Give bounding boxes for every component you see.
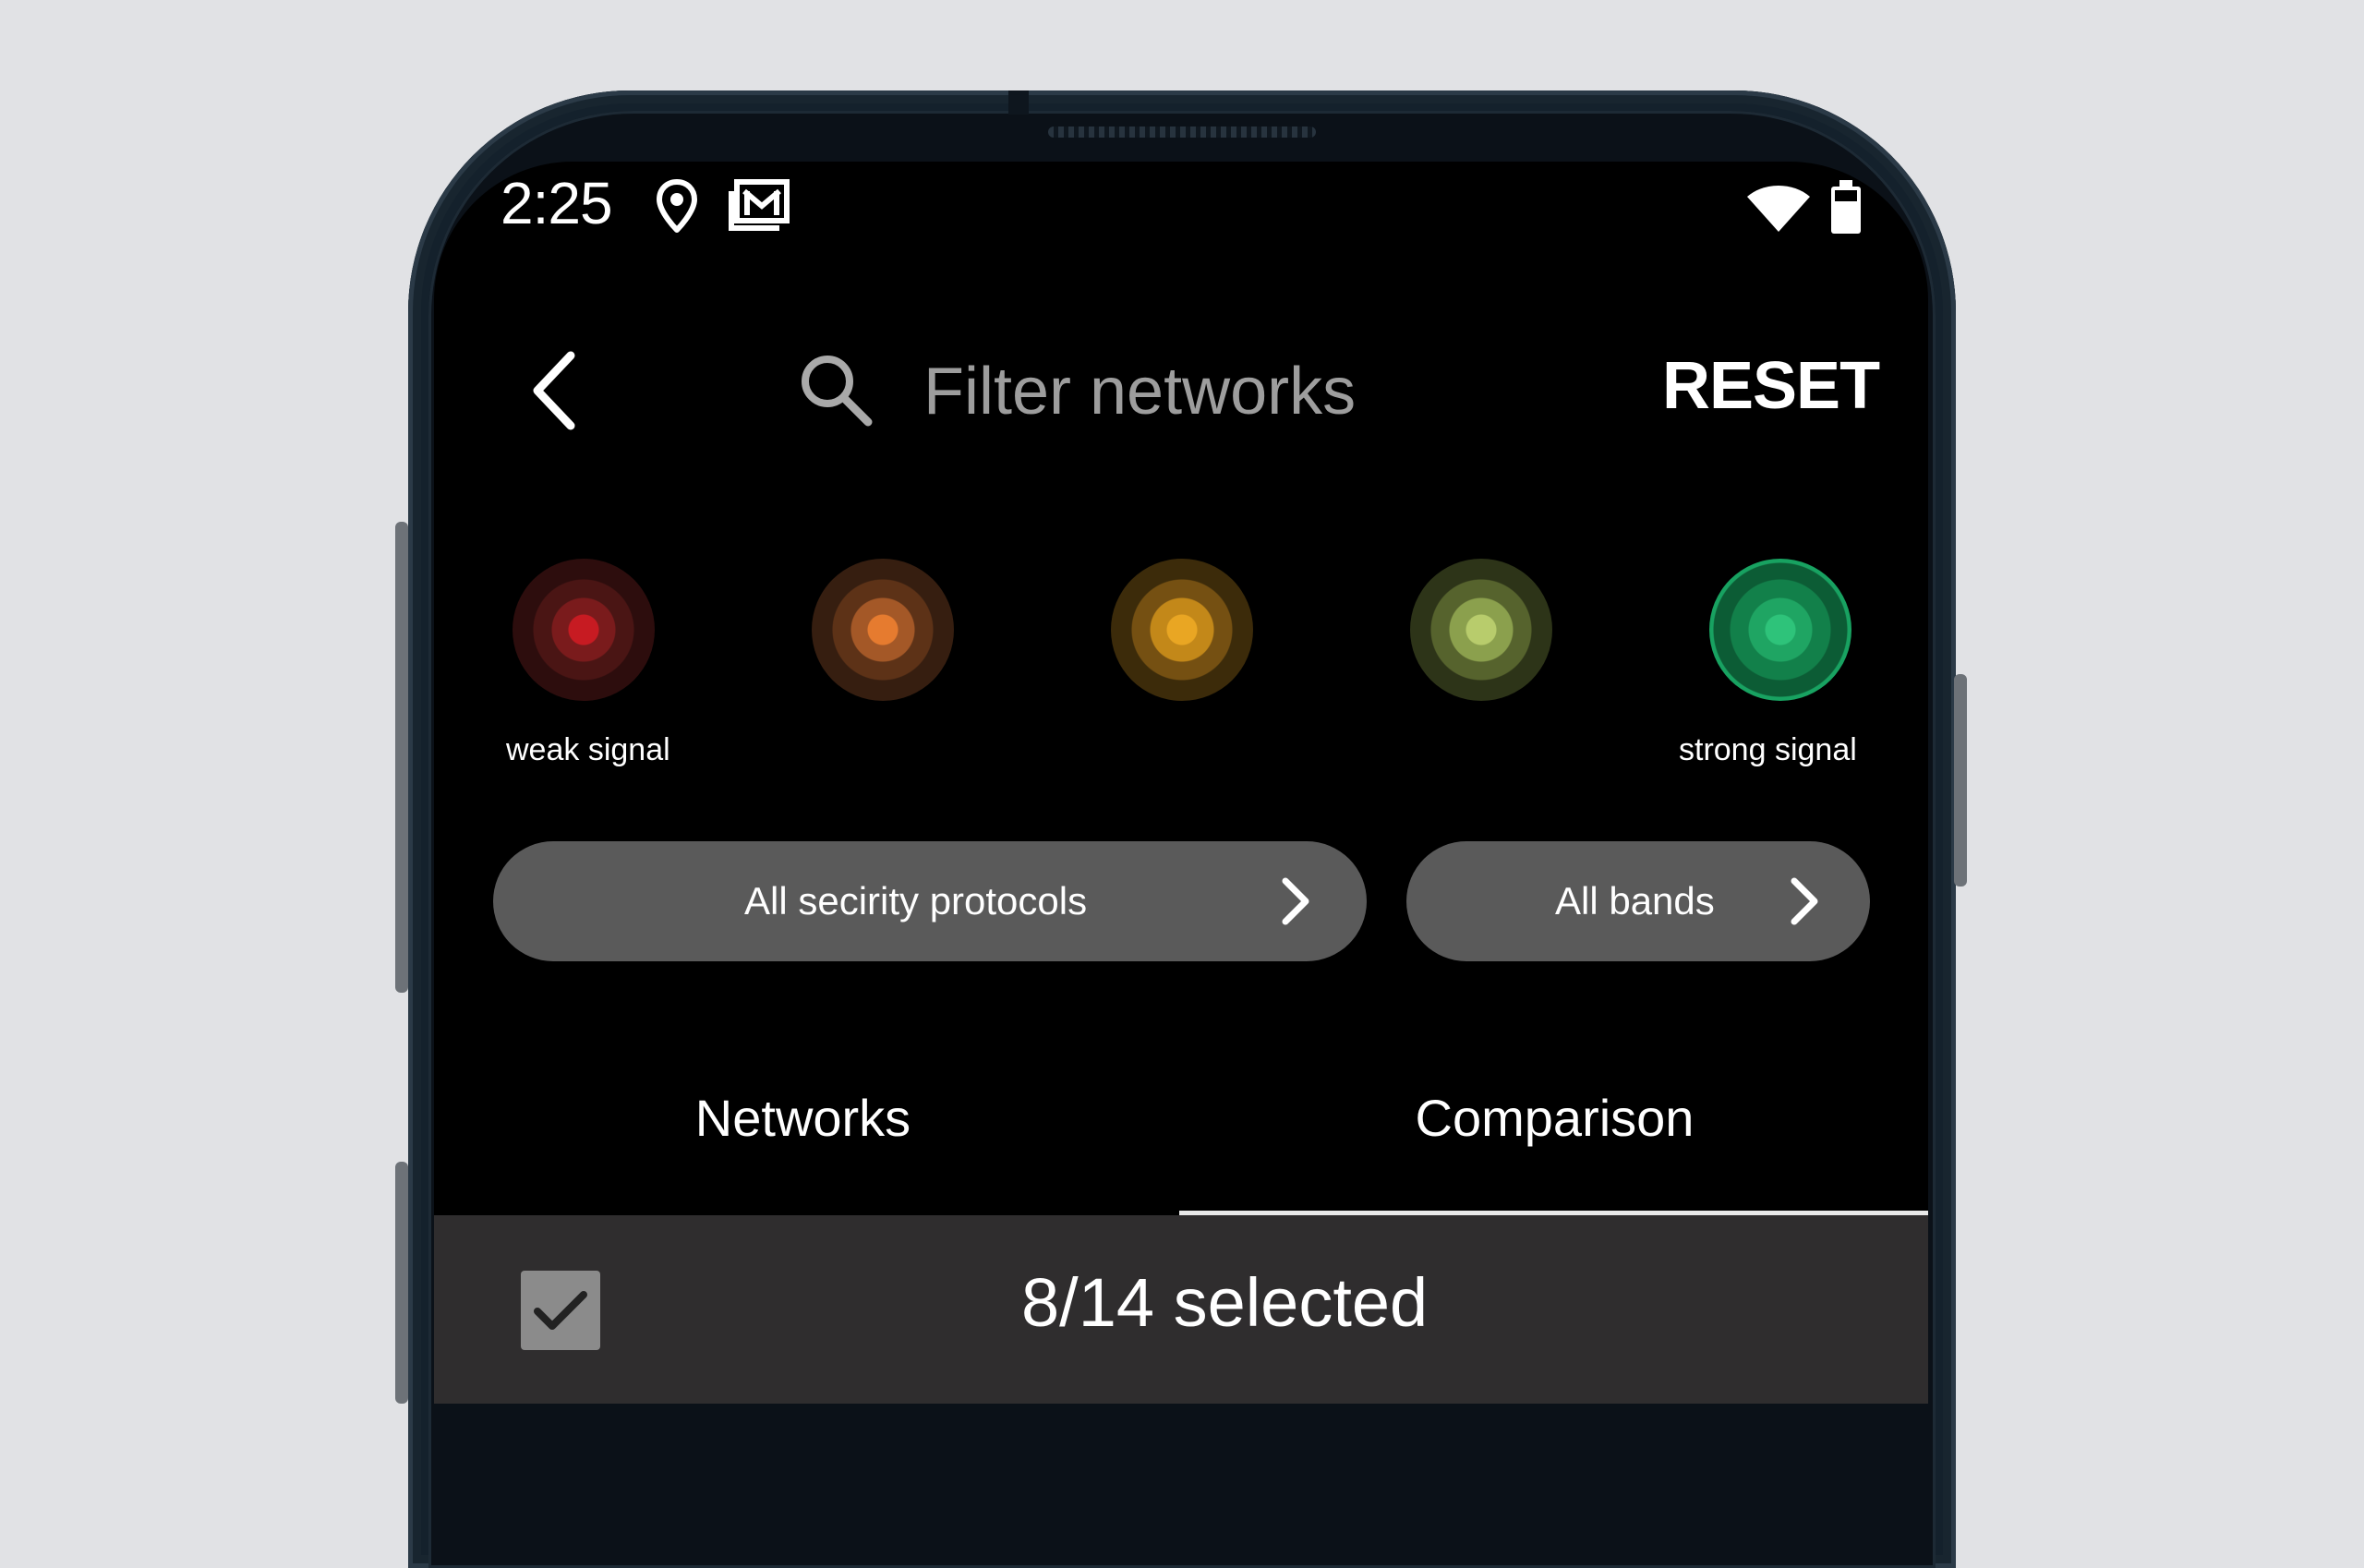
- reset-button[interactable]: RESET: [1662, 348, 1880, 424]
- signal-level-5-button[interactable]: [1709, 559, 1851, 701]
- signal-level-2-button[interactable]: [812, 559, 954, 701]
- tab-comparison-label: Comparison: [1415, 1089, 1695, 1147]
- search-icon: [792, 346, 881, 435]
- wifi-icon: [1745, 184, 1812, 238]
- mail-icon: [728, 178, 790, 236]
- selection-bar: 8/14 selected: [434, 1215, 1928, 1404]
- chevron-right-icon: [1282, 877, 1309, 925]
- location-icon: [652, 178, 702, 238]
- security-protocols-filter-button[interactable]: All secirity protocols: [493, 841, 1367, 961]
- weak-signal-label: weak signal: [506, 732, 670, 767]
- tab-comparison[interactable]: Comparison: [1181, 1076, 1928, 1224]
- phone-side-button: [395, 1162, 408, 1404]
- tab-networks-label: Networks: [694, 1089, 911, 1147]
- bands-label: All bands: [1555, 879, 1715, 923]
- phone-screen: 2:25 Filter networks RESET weak signal s…: [434, 162, 1928, 1404]
- strong-signal-label: strong signal: [1679, 732, 1857, 767]
- top-notch: [1008, 90, 1029, 115]
- battery-icon: [1828, 178, 1863, 240]
- select-all-checkbox[interactable]: [521, 1271, 600, 1350]
- check-icon: [534, 1291, 587, 1330]
- phone-power-button: [1954, 674, 1967, 887]
- chevron-right-icon: [1791, 877, 1818, 925]
- back-button[interactable]: [512, 346, 600, 435]
- security-protocols-label: All secirity protocols: [744, 879, 1088, 923]
- status-time: 2:25: [501, 170, 613, 236]
- search-input[interactable]: [923, 352, 1441, 431]
- back-chevron-icon: [533, 351, 575, 430]
- signal-level-4-button[interactable]: [1410, 559, 1552, 701]
- tab-networks[interactable]: Networks: [434, 1076, 1181, 1224]
- speaker-grille: [1048, 127, 1316, 138]
- phone-volume-button: [395, 522, 408, 993]
- selection-count: 8/14 selected: [1021, 1264, 1429, 1341]
- bands-filter-button[interactable]: All bands: [1406, 841, 1870, 961]
- signal-level-1-button[interactable]: [513, 559, 655, 701]
- signal-level-3-button[interactable]: [1111, 559, 1253, 701]
